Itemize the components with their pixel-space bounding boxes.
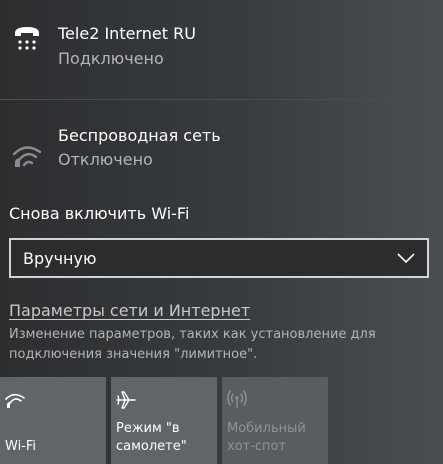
chevron-down-icon <box>397 253 415 264</box>
tile-wifi[interactable]: Wi-Fi <box>0 377 106 464</box>
settings-description: Изменение параметров, таких как установл… <box>9 327 376 362</box>
reenable-wifi-label: Снова включить Wi-Fi <box>9 204 190 223</box>
network-name: Tele2 Internet RU <box>58 24 196 43</box>
network-item-wireless[interactable]: Беспроводная сеть Отключено <box>0 100 443 188</box>
airplane-icon <box>116 391 136 409</box>
tile-label: Режим "в самолете" <box>116 421 187 454</box>
network-status: Отключено <box>58 150 153 169</box>
tile-mobile-hotspot[interactable]: Мобильный хот-спот <box>222 377 328 464</box>
select-value: Вручную <box>23 249 97 268</box>
hotspot-icon <box>227 390 247 408</box>
wifi-off-icon <box>12 146 42 167</box>
network-settings-link[interactable]: Параметры сети и Интернет <box>9 301 250 321</box>
tile-label: Wi-Fi <box>5 439 37 454</box>
tile-label: Мобильный хот-спот <box>227 421 306 454</box>
wifi-icon <box>5 393 25 408</box>
network-status: Подключено <box>58 49 164 68</box>
reenable-wifi-select[interactable]: Вручную <box>9 238 429 278</box>
tile-airplane-mode[interactable]: Режим "в самолете" <box>111 377 217 464</box>
network-item-ethernet[interactable]: Tele2 Internet RU Подключено <box>0 0 443 99</box>
network-flyout: Tele2 Internet RU Подключено Беспроводна… <box>0 0 443 464</box>
ethernet-icon <box>15 27 39 50</box>
network-name: Беспроводная сеть <box>58 126 221 145</box>
